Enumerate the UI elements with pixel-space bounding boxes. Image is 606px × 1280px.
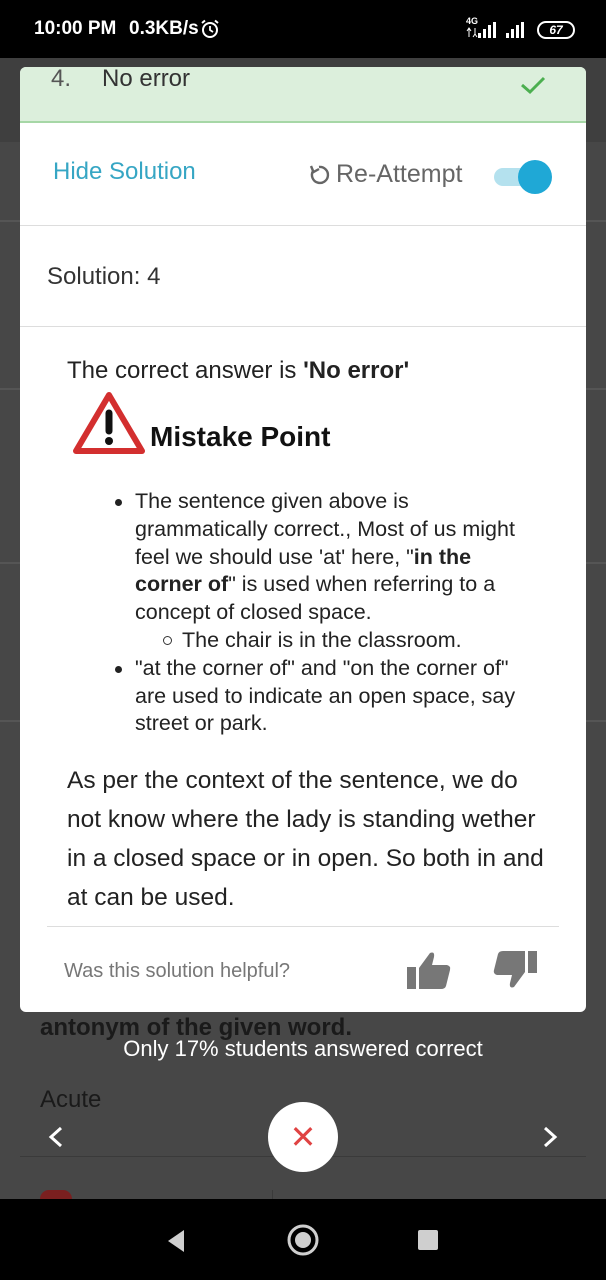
signal-icon [506,22,524,38]
option-text: No error [102,67,191,92]
option-divider [272,1190,273,1199]
list-item: "at the corner of" and "on the corner of… [115,655,535,738]
thumb-up-icon[interactable] [406,949,452,991]
alarm-icon [201,19,219,38]
check-icon [521,76,546,95]
reattempt-icon [309,165,330,184]
mistake-point-header: Mistake Point [72,391,472,457]
correct-answer-line: The correct answer is 'No error' [67,357,409,385]
signal-icon [466,22,496,38]
divider [20,225,586,226]
reattempt-label: Re-Attempt [336,160,463,188]
chevron-right-icon[interactable] [538,1120,562,1154]
sub-list-item: The chair is in the classroom. [115,627,535,655]
warning-icon [73,392,145,454]
status-bar: 10:00 PM 0.3KB/s 4G 67 [0,0,606,58]
home-icon[interactable] [287,1224,319,1256]
status-speed: 0.3KB/s [129,18,199,39]
option-marker [40,1190,72,1199]
context-paragraph: As per the context of the sentence, we d… [67,767,544,911]
chevron-left-icon[interactable] [44,1120,68,1154]
correct-prefix: The correct answer is [67,357,304,384]
hide-solution-link[interactable]: Hide Solution [53,158,196,186]
background-option[interactable]: Acute [40,1086,101,1114]
answer-stat: Only 17% students answered correct [123,1036,483,1061]
correct-option: 4. No error [20,67,586,123]
status-time: 10:00 PM [34,18,117,39]
close-button[interactable]: ✕ [268,1102,338,1172]
divider [47,926,559,927]
correct-option-content: 4. No error [20,67,586,95]
mistake-point-title: Mistake Point [150,421,331,452]
explanation-list: The sentence given above is grammaticall… [115,488,535,738]
thumb-down-icon[interactable] [492,949,538,991]
recent-icon[interactable] [418,1230,438,1250]
battery-indicator: 67 [537,21,575,39]
back-icon[interactable] [164,1228,188,1254]
reattempt-button[interactable]: Re-Attempt [308,160,462,189]
solution-card: 4. No error Hide Solution Re-Attempt Sol… [20,67,586,1012]
reattempt-toggle[interactable] [494,159,554,194]
solution-label: Solution: 4 [47,263,161,290]
option-number: 4. [51,67,72,92]
correct-answer: 'No error' [303,357,410,384]
list-item: The sentence given above is grammaticall… [115,488,535,627]
helpful-question: Was this solution helpful? [64,960,291,982]
divider [20,326,586,327]
toggle-knob [518,160,552,194]
close-icon: ✕ [289,1119,317,1155]
